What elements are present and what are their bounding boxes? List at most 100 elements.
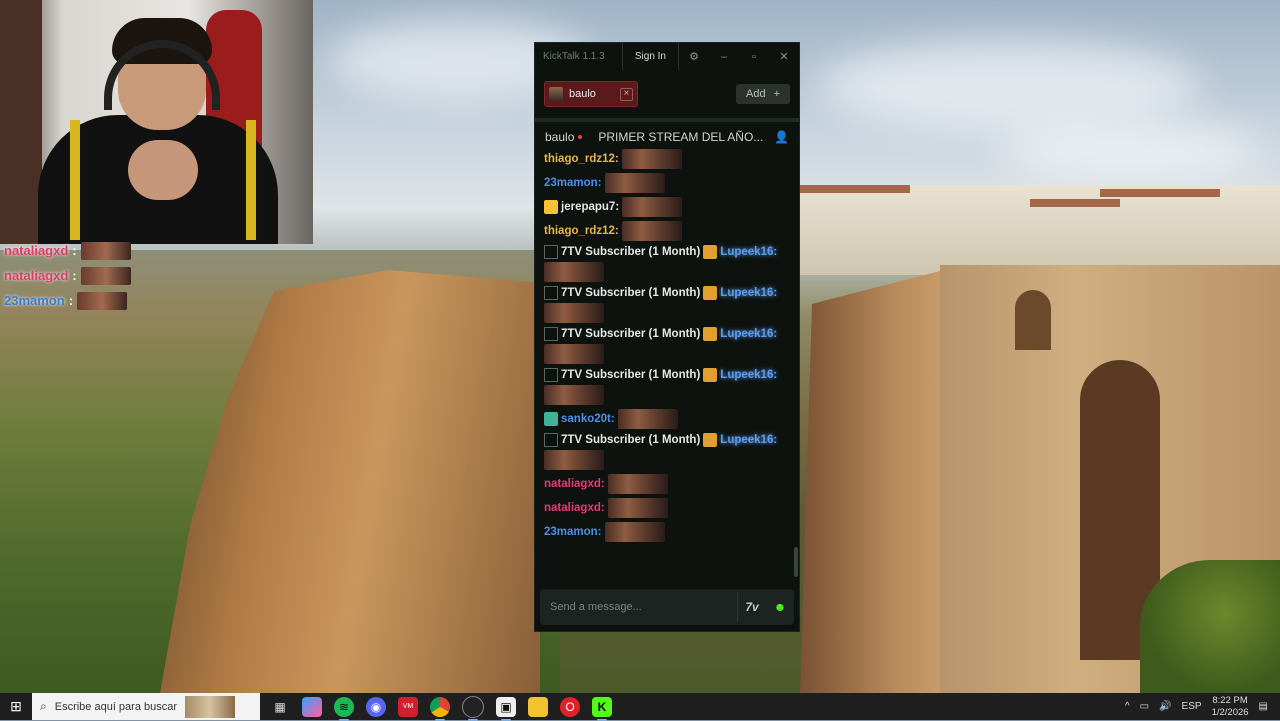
- sub-badge-text: 7TV Subscriber (1 Month): [561, 369, 701, 381]
- chat-emote[interactable]: [544, 344, 604, 364]
- file-explorer-icon[interactable]: [528, 696, 548, 717]
- chat-username[interactable]: nataliagxd:: [544, 478, 605, 490]
- chat-username[interactable]: Lupeek16:: [720, 434, 777, 446]
- chat-message[interactable]: thiago_rdz12:: [535, 147, 797, 171]
- chat-emote[interactable]: [607, 498, 668, 518]
- search-highlight-image: [185, 695, 236, 718]
- chat-message[interactable]: nataliagxd:: [535, 496, 797, 520]
- chat-message[interactable]: jerepapu7:: [535, 195, 797, 219]
- chat-emote[interactable]: [621, 149, 682, 169]
- chat-emote[interactable]: [617, 409, 678, 429]
- sub-badge-line: 7TV Subscriber (1 Month) Lupeek16:: [544, 286, 788, 300]
- add-channel-button[interactable]: Add +: [735, 84, 790, 104]
- app-icon[interactable]: ▣: [496, 696, 516, 721]
- chat-username[interactable]: Lupeek16:: [720, 287, 777, 299]
- chat-username[interactable]: sanko20t:: [561, 413, 615, 425]
- scrollbar[interactable]: [794, 547, 798, 577]
- maximize-icon[interactable]: ▫: [739, 51, 769, 63]
- chat-message[interactable]: 23mamon:: [535, 520, 797, 544]
- taskbar: ⊞ ⌕ Escribe aquí para buscar ▦ ≋ ◉ VM ▣ …: [0, 693, 1280, 721]
- streamer-hands: [128, 140, 198, 200]
- sub-badge-line: 7TV Subscriber (1 Month) Lupeek16:: [544, 433, 788, 447]
- chat-username[interactable]: 23mamon:: [544, 177, 602, 189]
- chat-message[interactable]: thiago_rdz12:: [535, 219, 797, 243]
- sign-in-button[interactable]: Sign In: [621, 43, 679, 70]
- taskbar-search[interactable]: ⌕ Escribe aquí para buscar: [32, 693, 260, 720]
- chrome-icon[interactable]: [430, 696, 450, 721]
- title-bar[interactable]: KickTalk 1.1.3 Sign In ⚙ – ▫ ✕: [535, 43, 799, 70]
- chat-message[interactable]: 23mamon:: [535, 171, 797, 195]
- chat-username[interactable]: jerepapu7:: [561, 201, 619, 213]
- chevron-up-icon[interactable]: ^: [1125, 701, 1130, 712]
- system-tray: ^ ▭ 🔊 ESP 8:22 PM 1/2/2026 ▤: [1125, 695, 1280, 719]
- sub-badge-icon: [544, 412, 558, 426]
- roof: [1030, 199, 1120, 207]
- minimize-icon[interactable]: –: [709, 51, 739, 63]
- add-label: Add: [745, 88, 766, 100]
- webcam-overlay: [0, 0, 313, 244]
- chat-emote[interactable]: [604, 173, 665, 193]
- copilot-icon[interactable]: [302, 696, 322, 717]
- founder-badge-icon: [703, 368, 718, 382]
- channel-name[interactable]: baulo: [545, 130, 574, 144]
- windows-start-icon[interactable]: ⊞: [0, 693, 32, 720]
- cloud: [1000, 120, 1260, 180]
- user-icon[interactable]: 👤: [774, 130, 789, 144]
- channel-tabs: baulo × Add +: [535, 70, 799, 122]
- chat-message[interactable]: 7TV Subscriber (1 Month) Lupeek16:: [535, 284, 797, 325]
- chat-username[interactable]: thiago_rdz12:: [544, 153, 619, 165]
- 7tv-emote-icon[interactable]: 7v: [738, 593, 766, 621]
- opera-icon[interactable]: O: [560, 696, 580, 717]
- overlay-username: 23mamon: [4, 293, 65, 308]
- town-buildings: [800, 185, 1280, 275]
- tab-baulo[interactable]: baulo ×: [544, 81, 638, 107]
- chat-username[interactable]: Lupeek16:: [720, 246, 777, 258]
- notification-icon[interactable]: ▤: [1259, 701, 1268, 712]
- roof: [800, 185, 910, 193]
- founder-badge-icon: [703, 433, 718, 447]
- broken-image-icon: [544, 368, 558, 382]
- kick-emote-icon[interactable]: ☻: [766, 593, 794, 621]
- chat-message[interactable]: nataliagxd:: [535, 472, 797, 496]
- chat-emote[interactable]: [622, 197, 683, 217]
- close-icon[interactable]: ✕: [769, 50, 799, 63]
- app-title: KickTalk 1.1.3: [543, 51, 605, 62]
- spotify-icon[interactable]: ≋: [334, 696, 354, 721]
- chat-emote[interactable]: [621, 221, 682, 241]
- volume-icon[interactable]: 🔊: [1159, 701, 1171, 712]
- chat-username[interactable]: Lupeek16:: [720, 369, 777, 381]
- network-icon[interactable]: ▭: [1140, 701, 1149, 712]
- chat-username[interactable]: 23mamon:: [544, 526, 602, 538]
- discord-icon[interactable]: ◉: [366, 696, 386, 717]
- chat-emote[interactable]: [544, 450, 604, 470]
- chat-username[interactable]: Lupeek16:: [720, 328, 777, 340]
- crown-badge-icon: [544, 200, 558, 214]
- chat-messages[interactable]: thiago_rdz12: 23mamon: jerepapu7: thiago_rd…: [535, 147, 797, 581]
- chat-emote[interactable]: [604, 522, 665, 542]
- kick-app-icon[interactable]: K: [592, 696, 612, 721]
- obs-icon[interactable]: [462, 695, 484, 721]
- chat-emote[interactable]: [607, 474, 668, 494]
- chat-emote[interactable]: [544, 262, 604, 282]
- chat-message[interactable]: 7TV Subscriber (1 Month) Lupeek16:: [535, 431, 797, 472]
- chat-message[interactable]: sanko20t:: [535, 407, 797, 431]
- chat-username[interactable]: nataliagxd:: [544, 502, 605, 514]
- chat-emote[interactable]: [544, 385, 604, 405]
- cloud: [820, 40, 1200, 130]
- tab-close-icon[interactable]: ×: [619, 87, 633, 101]
- sub-badge-text: 7TV Subscriber (1 Month): [561, 287, 701, 299]
- message-input[interactable]: [540, 600, 737, 614]
- overlay-emote: [80, 266, 131, 285]
- settings-gear-icon[interactable]: ⚙: [679, 50, 709, 63]
- language-indicator[interactable]: ESP: [1182, 701, 1202, 712]
- chat-message[interactable]: 7TV Subscriber (1 Month) Lupeek16:: [535, 366, 797, 407]
- overlay-username: nataliagxd: [4, 243, 69, 258]
- chat-emote[interactable]: [544, 303, 604, 323]
- chat-message[interactable]: 7TV Subscriber (1 Month) Lupeek16:: [535, 243, 797, 284]
- date: 1/2/2026: [1211, 706, 1249, 718]
- voicemod-icon[interactable]: VM: [398, 696, 418, 717]
- chat-username[interactable]: thiago_rdz12:: [544, 225, 619, 237]
- chat-message[interactable]: 7TV Subscriber (1 Month) Lupeek16:: [535, 325, 797, 366]
- task-view-icon[interactable]: ▦: [270, 697, 290, 717]
- clock[interactable]: 8:22 PM 1/2/2026: [1212, 695, 1249, 719]
